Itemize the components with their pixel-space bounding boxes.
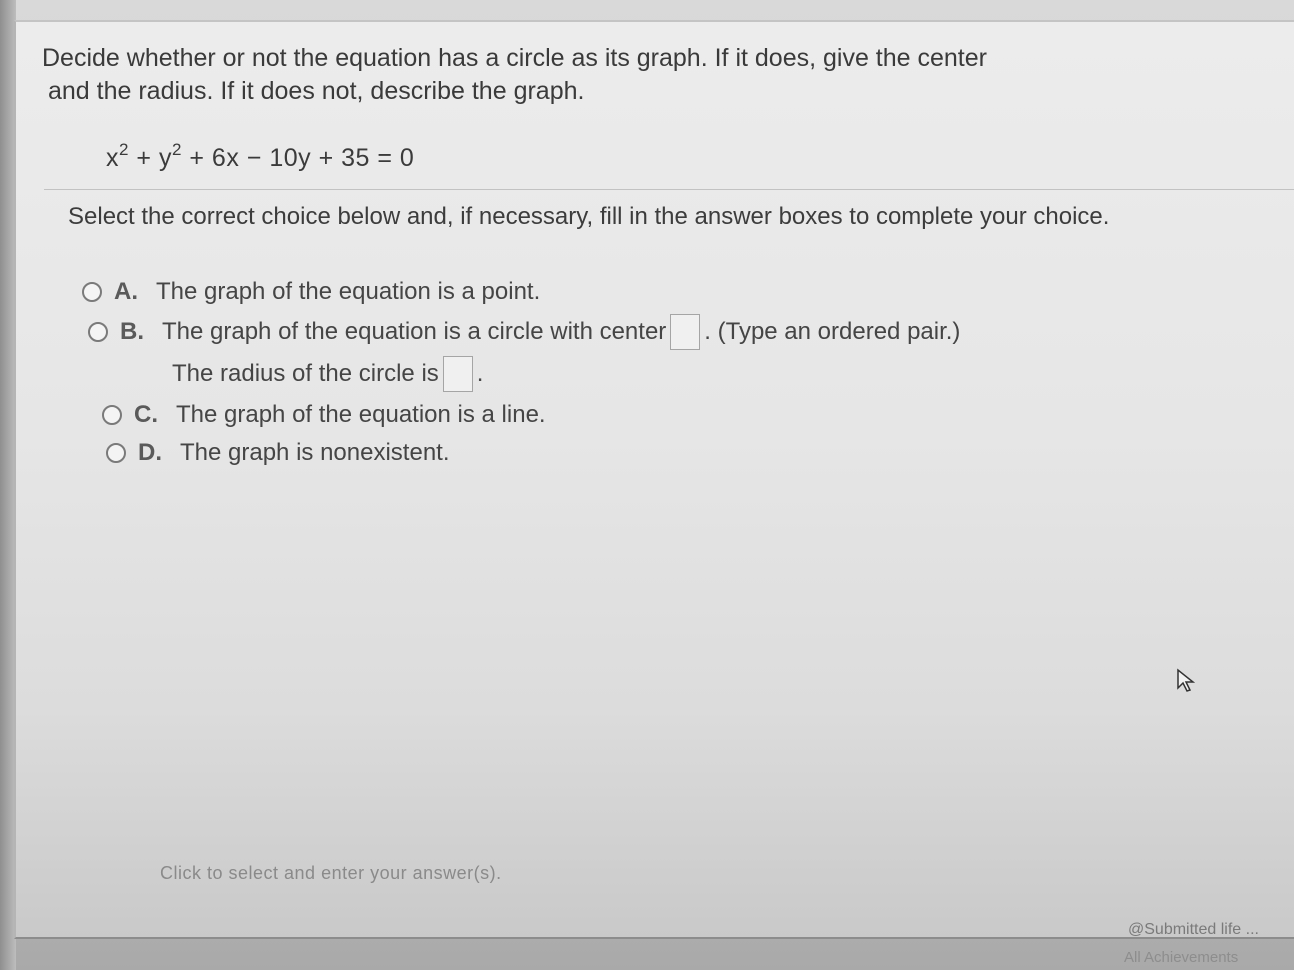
choice-a[interactable]: A. The graph of the equation is a point. [82,278,540,306]
divider [44,189,1294,190]
question-line-2: and the radius. If it does not, describe… [48,77,585,105]
radio-button-d[interactable] [106,443,126,463]
question-text: Decide whether or not the equation has a… [42,42,1022,108]
radio-button-c[interactable] [102,405,122,425]
equation: x2 + y2 + 6x − 10y + 35 = 0 [106,140,414,173]
choice-d-letter: D. [138,439,162,466]
radio-button-b[interactable] [88,322,108,342]
equation-exponent-x: 2 [119,140,129,159]
choice-b-suffix: . (Type an ordered pair.) [704,318,961,345]
submitted-label: @Submitted life ... [1128,921,1259,938]
choice-b-text: The graph of the equation is a circle wi… [162,318,667,345]
choice-c-text: The graph of the equation is a line. [176,401,546,428]
choice-b-letter: B. [120,318,144,345]
choice-a-text: The graph of the equation is a point. [156,278,541,305]
question-line-1: Decide whether or not the equation has a… [42,44,987,72]
equation-rest: + 6x − 10y + 35 = 0 [181,144,415,172]
screen: Decide whether or not the equation has a… [0,0,1294,970]
choice-d-text: The graph is nonexistent. [180,439,450,466]
choice-a-letter: A. [114,278,138,305]
radius-line: The radius of the circle is . [172,356,483,392]
mouse-cursor-icon [1177,668,1196,692]
choice-b[interactable]: B. The graph of the equation is a circle… [88,314,960,350]
radius-answer-box[interactable] [442,356,473,392]
instruction-text: Select the correct choice below and, if … [68,203,1110,230]
equation-term-x: x [106,144,119,172]
radius-suffix: . [476,360,484,387]
choice-c[interactable]: C. The graph of the equation is a line. [102,401,546,429]
radio-button-a[interactable] [82,282,102,302]
equation-exponent-y: 2 [171,140,182,159]
equation-term-y: + y [128,144,172,172]
footer-hint: Click to select and enter your answer(s)… [160,863,502,883]
choice-c-letter: C. [134,401,158,428]
radius-text: The radius of the circle is [172,360,439,387]
center-answer-box[interactable] [670,314,701,350]
choice-d[interactable]: D. The graph is nonexistent. [106,439,450,467]
achievements-link[interactable]: All Achievements [1124,949,1238,966]
